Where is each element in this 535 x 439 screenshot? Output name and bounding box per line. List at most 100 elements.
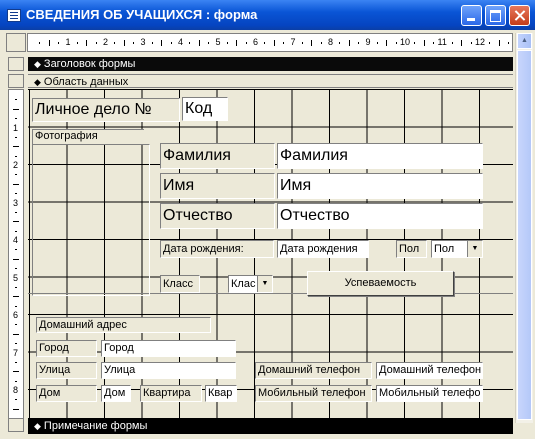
kvartira-label[interactable]: Квартира (140, 385, 202, 402)
maximize-button[interactable] (485, 5, 506, 26)
ruler-tick (451, 42, 453, 44)
ruler-tick (283, 42, 285, 44)
ruler-tick (15, 230, 17, 232)
vertical-ruler[interactable]: 1 2 3 4 5 6 7 8 (8, 89, 24, 425)
ruler-tick (236, 40, 238, 46)
otchestvo-label[interactable]: Отчество (160, 203, 275, 229)
form-icon[interactable] (7, 9, 21, 22)
kvartira-field[interactable]: Квар (205, 385, 237, 402)
ruler-tick (95, 42, 97, 44)
detail-section-selector[interactable] (8, 74, 24, 88)
familiya-label[interactable]: Фамилия (160, 143, 275, 169)
horizontal-ruler[interactable]: 1 2 3 4 5 6 7 8 9 10 11 12 (27, 33, 513, 52)
ruler-tick (395, 42, 397, 44)
close-button[interactable] (509, 5, 530, 26)
chevron-down-icon[interactable]: ▼ (467, 241, 482, 257)
imya-label[interactable]: Имя (160, 173, 275, 199)
lichnoe-delo-label[interactable]: Личное дело № (32, 98, 180, 122)
ruler-tick (15, 286, 17, 288)
ulitsa-field[interactable]: Улица (101, 362, 236, 379)
ruler-tick (15, 268, 17, 270)
ruler-tick (170, 42, 172, 44)
ruler-tick (15, 118, 17, 120)
detail-section-bar[interactable]: ◆ Область данных (28, 74, 513, 88)
ruler-tick (301, 42, 303, 44)
form-header-bar[interactable]: ◆ Заголовок формы (28, 57, 513, 71)
imya-field[interactable]: Имя (277, 173, 483, 199)
ruler-tick (226, 42, 228, 44)
dob-field[interactable]: Дата рождения (277, 240, 369, 258)
ruler-tick (133, 42, 135, 44)
arrow-down-icon: ◆ (34, 77, 41, 87)
ruler-tick (13, 183, 19, 185)
dom-field[interactable]: Дом (101, 385, 131, 402)
ruler-tick (433, 42, 435, 44)
gorod-label[interactable]: Город (36, 340, 97, 357)
ruler-tick (86, 40, 88, 46)
footer-section-selector[interactable] (8, 418, 24, 432)
vertical-scrollbar[interactable]: ▲ (515, 33, 533, 423)
ruler-tick (15, 343, 17, 345)
ruler-tick (13, 146, 19, 148)
ruler-tick (15, 174, 17, 176)
pol-label[interactable]: Пол (396, 240, 427, 258)
dom-label[interactable]: Дом (36, 385, 97, 402)
home-phone-label[interactable]: Домашний телефон (255, 362, 372, 379)
ruler-tick (348, 40, 350, 46)
scroll-up-button[interactable]: ▲ (517, 33, 532, 49)
klass-label[interactable]: Класс (160, 275, 200, 293)
minimize-button[interactable] (461, 5, 482, 26)
ruler-number: 6 (253, 37, 259, 47)
ruler-number: 2 (103, 37, 109, 47)
ulitsa-label[interactable]: Улица (36, 362, 97, 379)
title-bar[interactable]: СВЕДЕНИЯ ОБ УЧАЩИХСЯ : форма (0, 0, 535, 30)
ruler-tick (198, 40, 200, 46)
ruler-tick (15, 136, 17, 138)
ruler-tick (15, 380, 17, 382)
ruler-number: 8 (328, 37, 334, 47)
ruler-tick (76, 42, 78, 44)
ruler-tick (508, 42, 510, 44)
arrow-down-icon: ◆ (34, 59, 41, 69)
form-design-window: СВЕДЕНИЯ ОБ УЧАЩИХСЯ : форма 1 2 3 4 5 6 7 8 9 10… (0, 0, 535, 439)
scroll-thumb[interactable] (517, 50, 532, 420)
ruler-tick (15, 399, 17, 401)
ruler-number: 8 (13, 385, 19, 395)
familiya-field[interactable]: Фамилия (277, 143, 483, 169)
ruler-tick (15, 193, 17, 195)
ruler-number: 3 (13, 197, 19, 208)
ruler-number: 12 (475, 37, 486, 47)
kod-field[interactable]: Код (182, 97, 228, 121)
ruler-tick (273, 40, 275, 46)
home-phone-field[interactable]: Домашний телефон (376, 362, 483, 379)
ruler-tick (320, 42, 322, 44)
form-selector[interactable] (6, 33, 26, 52)
ruler-tick (161, 40, 163, 46)
home-address-label[interactable]: Домашний адрес (36, 317, 211, 333)
photo-label[interactable]: Фотография (32, 129, 144, 144)
header-section-selector[interactable] (8, 57, 24, 71)
chevron-down-icon[interactable]: ▼ (257, 276, 272, 292)
form-footer-bar[interactable]: ◆ Примечание формы (28, 418, 513, 434)
photo-frame[interactable] (32, 144, 150, 296)
ruler-number: 7 (13, 347, 19, 358)
window-title: СВЕДЕНИЯ ОБ УЧАЩИХСЯ : форма (26, 7, 258, 22)
uspevaemost-button[interactable]: Успеваемость (307, 271, 454, 296)
ruler-tick (13, 371, 19, 373)
dob-label[interactable]: Дата рождения: (160, 240, 274, 258)
ruler-number: 4 (13, 235, 19, 245)
ruler-number: 4 (178, 37, 184, 47)
ruler-tick (13, 296, 19, 298)
ruler-tick (13, 408, 19, 410)
mobile-phone-field[interactable]: Мобильный телефо (376, 385, 483, 402)
ruler-tick (48, 40, 50, 46)
gorod-field[interactable]: Город (101, 340, 236, 357)
ruler-tick (498, 40, 500, 46)
otchestvo-field[interactable]: Отчество (277, 203, 483, 229)
mobile-phone-label[interactable]: Мобильный телефон (255, 385, 372, 402)
ruler-tick (123, 40, 125, 46)
pol-combo[interactable]: Пол ▼ (431, 240, 483, 258)
ruler-tick (15, 249, 17, 251)
klass-combo[interactable]: Клас ▼ (228, 275, 273, 293)
ruler-tick (245, 42, 247, 44)
